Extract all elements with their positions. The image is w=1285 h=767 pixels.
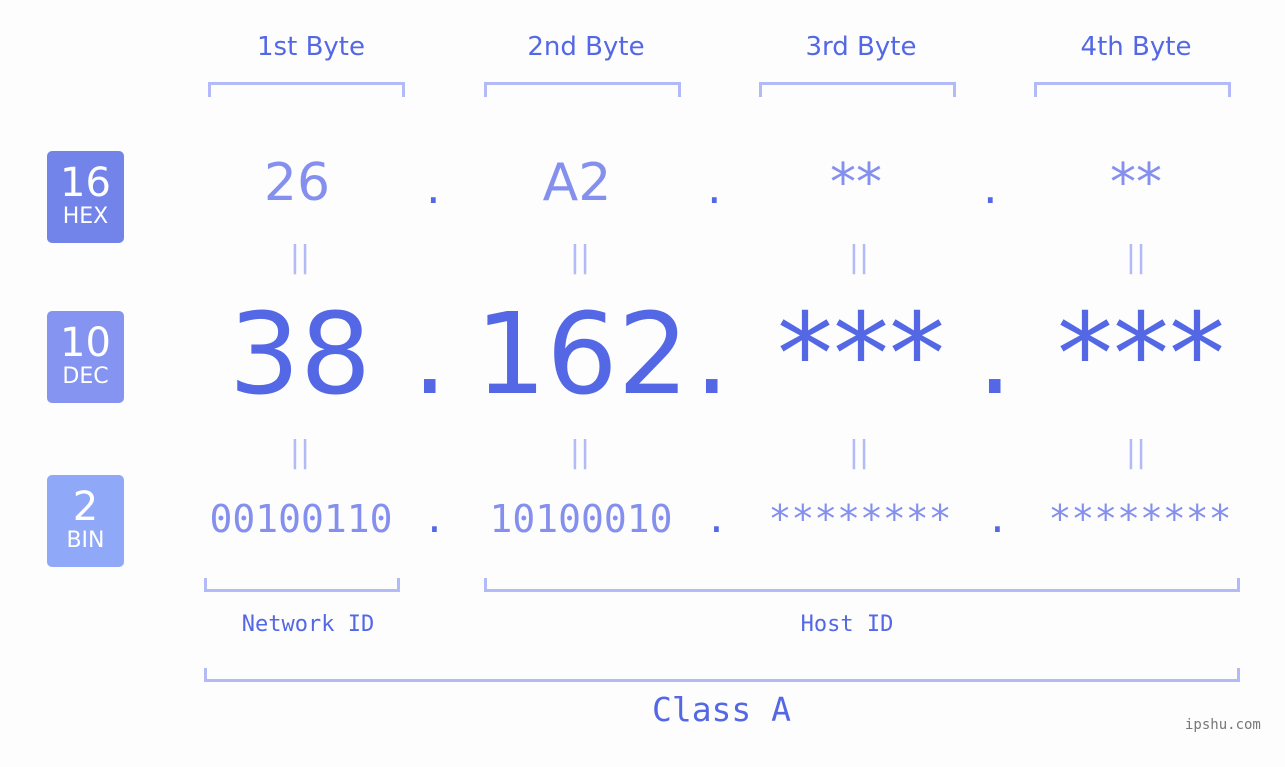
dec-dot-2: . <box>694 290 730 420</box>
dec-badge: 10 DEC <box>47 311 124 403</box>
hex-base-label: HEX <box>62 204 109 229</box>
dec-dot-3: . <box>977 290 1013 420</box>
bin-byte-1: 00100110 <box>209 497 393 541</box>
hex-byte-4: ** <box>1110 153 1162 213</box>
host-id-label: Host ID <box>800 612 894 637</box>
dec-byte-2: 162 <box>475 290 689 420</box>
hex-dot-2: . <box>707 160 722 214</box>
hex-byte-3: ** <box>830 153 882 213</box>
equals-hex-dec-2: || <box>569 240 591 275</box>
equals-dec-bin-3: || <box>848 435 870 470</box>
network-id-bracket <box>204 578 400 592</box>
byte-header-3: 3rd Byte <box>805 32 917 62</box>
network-id-label: Network ID <box>241 612 375 637</box>
hex-dot-1: . <box>426 160 441 214</box>
class-bracket <box>204 668 1240 682</box>
bin-byte-2: 10100010 <box>489 497 673 541</box>
bin-dot-2: . <box>705 497 728 541</box>
hex-base-number: 16 <box>60 160 111 206</box>
dec-byte-1: 38 <box>228 290 372 420</box>
host-id-bracket <box>484 578 1240 592</box>
class-label: Class A <box>651 690 792 729</box>
byte-header-1: 1st Byte <box>257 32 365 62</box>
bin-dot-3: . <box>986 497 1009 541</box>
hex-badge: 16 HEX <box>47 151 124 243</box>
equals-hex-dec-1: || <box>289 240 311 275</box>
byte-bracket-4 <box>1034 82 1231 97</box>
byte-bracket-3 <box>759 82 956 97</box>
byte-bracket-2 <box>484 82 681 97</box>
equals-hex-dec-4: || <box>1125 240 1147 275</box>
equals-dec-bin-4: || <box>1125 435 1147 470</box>
equals-hex-dec-3: || <box>848 240 870 275</box>
dec-dot-1: . <box>412 290 448 420</box>
watermark: ipshu.com <box>1185 717 1261 733</box>
byte-header-2: 2nd Byte <box>527 32 645 62</box>
dec-byte-3: *** <box>777 290 945 420</box>
bin-byte-3: ******** <box>768 497 952 541</box>
hex-byte-2: A2 <box>542 153 612 213</box>
bin-badge: 2 BIN <box>47 475 124 567</box>
dec-byte-4: *** <box>1057 290 1225 420</box>
dec-base-number: 10 <box>60 320 111 366</box>
hex-dot-3: . <box>983 160 998 214</box>
equals-dec-bin-2: || <box>569 435 591 470</box>
bin-dot-1: . <box>423 497 446 541</box>
byte-bracket-1 <box>208 82 405 97</box>
byte-header-4: 4th Byte <box>1080 32 1192 62</box>
dec-base-label: DEC <box>62 364 109 389</box>
bin-byte-4: ******** <box>1048 497 1232 541</box>
bin-base-label: BIN <box>66 528 105 553</box>
hex-byte-1: 26 <box>263 153 331 213</box>
bin-base-number: 2 <box>72 484 99 530</box>
equals-dec-bin-1: || <box>289 435 311 470</box>
